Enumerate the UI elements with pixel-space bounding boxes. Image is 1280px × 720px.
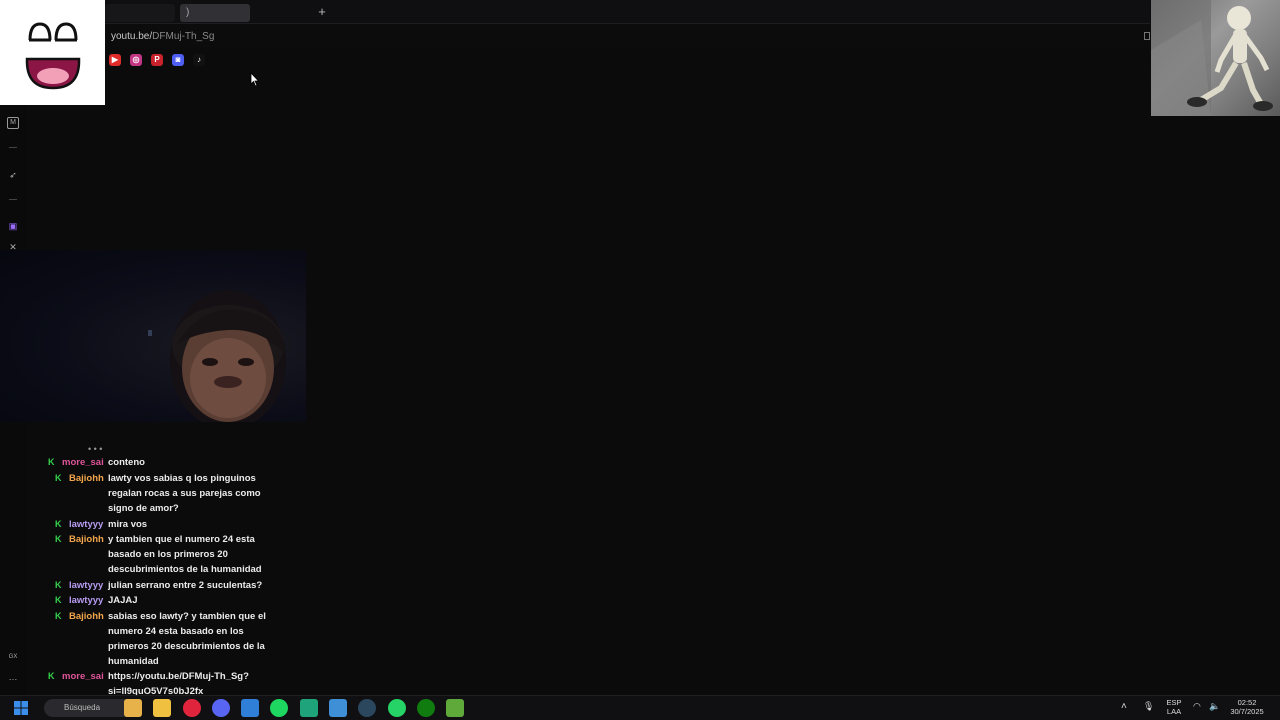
chat-username[interactable]: more_sai bbox=[62, 455, 104, 470]
opera-gx-icon[interactable] bbox=[183, 699, 201, 717]
chat-username[interactable]: lawtyyy bbox=[69, 593, 103, 608]
keyboard-layout: LAA bbox=[1166, 707, 1182, 716]
address-bar[interactable]: youtu.be/DFMuj-Th_Sg bbox=[105, 25, 1150, 47]
arrow-icon[interactable]: ➶ bbox=[7, 169, 19, 181]
volume-icon[interactable]: 🔈 bbox=[1209, 702, 1220, 711]
bookmark-icon[interactable] bbox=[1144, 32, 1150, 40]
clock-date: 30/7/2025 bbox=[1230, 707, 1264, 716]
app-icon[interactable] bbox=[300, 699, 318, 717]
file-explorer-icon[interactable] bbox=[153, 699, 171, 717]
taskbar: Búsqueda ˄ 🎙 ESP LAA ◠ 🔈 02:52 30/7/2025 bbox=[0, 695, 1280, 720]
sidebar-divider bbox=[9, 199, 17, 200]
chat-text: lawty vos sabias q los pinguinos regalan… bbox=[108, 473, 261, 514]
streamer-face-icon bbox=[148, 290, 286, 422]
photos-icon[interactable] bbox=[241, 699, 259, 717]
chat-username[interactable]: lawtyyy bbox=[69, 517, 103, 532]
tab-strip: ) + bbox=[105, 0, 1150, 24]
chat-text: JAJAJ bbox=[108, 595, 138, 606]
language-code: ESP bbox=[1166, 698, 1182, 707]
kick-badge-icon: K bbox=[55, 519, 62, 529]
chat-username[interactable]: Bajiohh bbox=[69, 532, 104, 547]
discord-icon[interactable] bbox=[212, 699, 230, 717]
clock[interactable]: 02:52 30/7/2025 bbox=[1226, 698, 1268, 716]
sidebar-divider bbox=[9, 147, 17, 148]
messenger-icon[interactable]: M bbox=[7, 117, 19, 129]
stream-chat: • • • K more_sai conteno K Bajiohh lawty… bbox=[26, 444, 286, 714]
kick-badge-icon: K bbox=[55, 473, 62, 483]
microphone-icon[interactable]: 🎙 bbox=[1143, 702, 1154, 711]
new-tab-button[interactable]: + bbox=[310, 3, 328, 21]
kick-badge-icon: K bbox=[48, 671, 55, 681]
chat-username[interactable]: Bajiohh bbox=[69, 471, 104, 486]
kick-badge-icon: K bbox=[48, 457, 55, 467]
chat-username[interactable]: Bajiohh bbox=[69, 609, 104, 624]
url-text[interactable]: youtu.be/DFMuj-Th_Sg bbox=[111, 31, 214, 42]
steam-icon[interactable] bbox=[358, 699, 376, 717]
chat-text: mira vos bbox=[108, 519, 148, 530]
bookmarks-bar: ▶ ◎ P ◙ ♪ bbox=[105, 50, 305, 70]
kick-badge-icon: K bbox=[55, 595, 62, 605]
webcam-overlay bbox=[0, 250, 306, 422]
whatsapp-icon[interactable] bbox=[388, 699, 406, 717]
tiktok-icon[interactable]: ♪ bbox=[193, 54, 205, 66]
discord-icon[interactable]: ◙ bbox=[172, 54, 184, 66]
pinterest-icon[interactable]: P bbox=[151, 54, 163, 66]
instagram-icon[interactable]: ◎ bbox=[130, 54, 142, 66]
widgets-icon[interactable] bbox=[124, 699, 142, 717]
smiley-face-icon bbox=[25, 22, 81, 90]
clock-time: 02:52 bbox=[1237, 698, 1257, 707]
url-path: DFMuj-Th_Sg bbox=[152, 31, 215, 42]
kick-badge-icon: K bbox=[55, 580, 62, 590]
skeleton-dancing-icon bbox=[1151, 0, 1273, 116]
browser-tab[interactable] bbox=[105, 4, 175, 22]
emoji-overlay bbox=[0, 0, 105, 105]
minecraft-icon[interactable] bbox=[446, 699, 464, 717]
xbox-icon[interactable] bbox=[417, 699, 435, 717]
chat-more-indicator: • • • bbox=[88, 444, 103, 454]
twitch-icon[interactable]: ▣ bbox=[7, 220, 19, 232]
notepad-icon[interactable] bbox=[329, 699, 347, 717]
browser-tab-active[interactable]: ) bbox=[180, 4, 250, 22]
kick-badge-icon: K bbox=[55, 611, 62, 621]
chat-text: sabias eso lawty? y tambien que el numer… bbox=[108, 611, 266, 667]
skeleton-gif-overlay bbox=[1151, 0, 1280, 116]
gx-icon[interactable]: GX bbox=[7, 651, 19, 663]
spotify-icon[interactable] bbox=[270, 699, 288, 717]
url-host: youtu.be/ bbox=[111, 31, 153, 42]
mouse-cursor-icon bbox=[250, 72, 260, 87]
wifi-icon[interactable]: ◠ bbox=[1193, 702, 1201, 711]
chat-username[interactable]: lawtyyy bbox=[69, 578, 103, 593]
chat-text: y tambien que el numero 24 esta basado e… bbox=[108, 534, 262, 575]
chat-text: conteno bbox=[108, 457, 145, 468]
windows-start-icon[interactable] bbox=[12, 699, 30, 717]
language-indicator[interactable]: ESP LAA bbox=[1162, 698, 1186, 716]
tray-chevron-up-icon[interactable]: ˄ bbox=[1121, 702, 1127, 712]
chat-text: julian serrano entre 2 suculentas? bbox=[108, 580, 263, 591]
chat-username[interactable]: more_sai bbox=[62, 669, 104, 684]
more-icon[interactable]: … bbox=[7, 671, 19, 683]
kick-badge-icon: K bbox=[55, 534, 62, 544]
youtube-icon[interactable]: ▶ bbox=[109, 54, 121, 66]
